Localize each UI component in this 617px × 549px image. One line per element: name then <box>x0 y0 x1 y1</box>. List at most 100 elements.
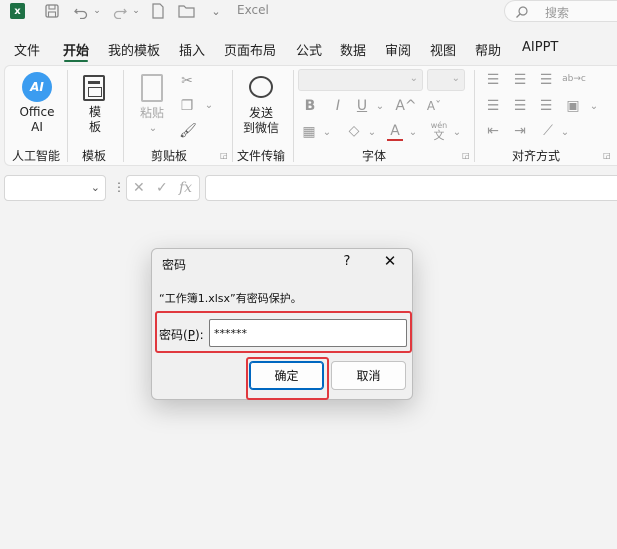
office-ai-icon[interactable]: AI <box>22 72 52 102</box>
search-icon <box>515 3 529 22</box>
office-ai-label-1[interactable]: Office <box>14 105 60 120</box>
tab-data[interactable]: 数据 <box>340 40 366 59</box>
redo-dropdown-icon[interactable]: ⌄ <box>130 3 142 19</box>
save-icon[interactable] <box>43 3 61 19</box>
password-label: 密码(P): <box>159 326 204 343</box>
orientation-icon[interactable]: ⟋ <box>540 123 556 139</box>
merge-cells-icon[interactable]: ▣ <box>564 98 582 114</box>
formula-buttons: ✕ ✓ fx <box>126 175 200 201</box>
orientation-dropdown-icon[interactable]: ⌄ <box>559 125 571 141</box>
chevron-down-icon: ⌄ <box>451 73 460 84</box>
format-painter-icon[interactable]: 🖌 <box>179 123 197 139</box>
group-divider <box>293 70 294 162</box>
insert-function-icon[interactable]: fx <box>179 180 192 196</box>
open-folder-icon[interactable] <box>177 3 197 19</box>
increase-indent-icon[interactable]: ⇥ <box>512 123 528 139</box>
new-file-icon[interactable] <box>150 3 166 19</box>
dialog-title: 密码 <box>162 258 187 272</box>
border-icon[interactable]: ▦ <box>300 124 318 140</box>
underline-dropdown-icon[interactable]: ⌄ <box>374 99 386 115</box>
italic-icon[interactable]: I <box>331 98 345 114</box>
merge-dropdown-icon[interactable]: ⌄ <box>588 99 600 115</box>
group-divider <box>123 70 124 162</box>
title-bar: x ⌄ ⌄ ⌄ Excel 搜索 <box>0 0 617 24</box>
password-label-pre: 密码( <box>159 328 188 342</box>
decrease-indent-icon[interactable]: ⇤ <box>485 123 501 139</box>
tab-my-templates[interactable]: 我的模板 <box>108 40 160 59</box>
office-ai-label-2[interactable]: AI <box>14 120 60 135</box>
wechat-icon[interactable] <box>249 76 273 98</box>
active-tab-indicator <box>64 60 88 62</box>
tab-file[interactable]: 文件 <box>14 40 40 59</box>
cancel-button[interactable]: 取消 <box>331 361 406 390</box>
paste-dropdown-icon[interactable]: ⌄ <box>146 121 160 137</box>
excel-logo-icon: x <box>10 3 25 19</box>
dialog-message: “工作簿1.xlsx”有密码保护。 <box>159 292 302 305</box>
grow-font-icon[interactable]: A^ <box>395 98 416 114</box>
underline-icon[interactable]: U <box>355 98 369 114</box>
group-label-font: 字体 <box>362 149 387 163</box>
group-divider <box>232 70 233 162</box>
ok-button[interactable]: 确定 <box>249 361 324 390</box>
align-left-icon[interactable]: ☰ <box>485 98 501 114</box>
align-right-icon[interactable]: ☰ <box>538 98 554 114</box>
password-input[interactable] <box>209 319 407 347</box>
group-label-file-transfer: 文件传输 <box>237 149 286 163</box>
chevron-down-icon[interactable]: ⌄ <box>91 181 100 194</box>
align-center-icon[interactable]: ☰ <box>512 98 528 114</box>
cancel-entry-icon[interactable]: ✕ <box>133 180 145 196</box>
align-middle-icon[interactable]: ☰ <box>512 72 528 88</box>
cut-icon[interactable]: ✂ <box>179 73 195 89</box>
password-label-post: ): <box>194 328 204 342</box>
clipboard-launcher-icon[interactable]: ◲ <box>220 151 228 160</box>
tab-view[interactable]: 视图 <box>430 40 456 59</box>
font-name-combo[interactable]: ⌄ <box>298 69 423 91</box>
align-top-icon[interactable]: ☰ <box>485 72 501 88</box>
template-label-1[interactable]: 模 <box>82 105 108 120</box>
tab-home[interactable]: 开始 <box>63 40 89 59</box>
bold-icon[interactable]: B <box>303 98 317 114</box>
tab-formulas[interactable]: 公式 <box>296 40 322 59</box>
paste-icon[interactable] <box>141 74 163 102</box>
border-dropdown-icon[interactable]: ⌄ <box>321 125 333 141</box>
fill-color-icon[interactable]: ◇ <box>345 123 363 139</box>
tab-page-layout[interactable]: 页面布局 <box>224 40 276 59</box>
tab-help[interactable]: 帮助 <box>475 40 501 59</box>
send-label-2[interactable]: 到微信 <box>239 121 283 136</box>
fill-color-dropdown-icon[interactable]: ⌄ <box>366 125 378 141</box>
search-label: 搜索 <box>545 6 570 20</box>
font-color-dropdown-icon[interactable]: ⌄ <box>407 125 419 141</box>
align-bottom-icon[interactable]: ☰ <box>538 72 554 88</box>
alignment-launcher-icon[interactable]: ◲ <box>603 151 611 160</box>
copy-icon[interactable]: ❐ <box>179 98 195 114</box>
phonetic-guide-bottom: 文 <box>433 129 445 142</box>
tab-insert[interactable]: 插入 <box>179 40 205 59</box>
shrink-font-icon[interactable]: Aˇ <box>424 98 444 114</box>
customize-toolbar-icon[interactable]: ⌄ <box>210 3 222 19</box>
paste-label[interactable]: 粘贴 <box>138 106 166 121</box>
phonetic-dropdown-icon[interactable]: ⌄ <box>451 125 463 141</box>
name-box[interactable]: ⌄ <box>4 175 106 201</box>
tab-review[interactable]: 审阅 <box>385 40 411 59</box>
phonetic-guide-icon[interactable]: wén 文 <box>430 122 448 142</box>
font-size-combo[interactable]: ⌄ <box>427 69 465 91</box>
close-icon[interactable]: ✕ <box>381 252 399 270</box>
help-icon[interactable]: ? <box>341 254 353 269</box>
formula-bar-grip-icon[interactable]: ⋮ <box>113 180 125 194</box>
send-label-1[interactable]: 发送 <box>239 106 283 121</box>
template-label-2[interactable]: 板 <box>82 120 108 135</box>
tab-aippt[interactable]: AIPPT <box>522 40 558 55</box>
wrap-text-icon[interactable]: ab→c <box>562 71 586 87</box>
undo-dropdown-icon[interactable]: ⌄ <box>91 3 103 19</box>
font-color-icon[interactable]: A <box>387 123 403 141</box>
template-icon[interactable] <box>83 75 105 101</box>
group-divider <box>67 70 68 162</box>
password-label-accesskey: P <box>187 328 195 342</box>
font-launcher-icon[interactable]: ◲ <box>462 151 470 160</box>
formula-input[interactable] <box>205 175 617 201</box>
redo-icon[interactable] <box>111 3 129 19</box>
search-box[interactable]: 搜索 <box>504 0 617 22</box>
copy-dropdown-icon[interactable]: ⌄ <box>203 98 215 114</box>
confirm-entry-icon[interactable]: ✓ <box>156 180 168 196</box>
undo-icon[interactable] <box>72 3 90 19</box>
